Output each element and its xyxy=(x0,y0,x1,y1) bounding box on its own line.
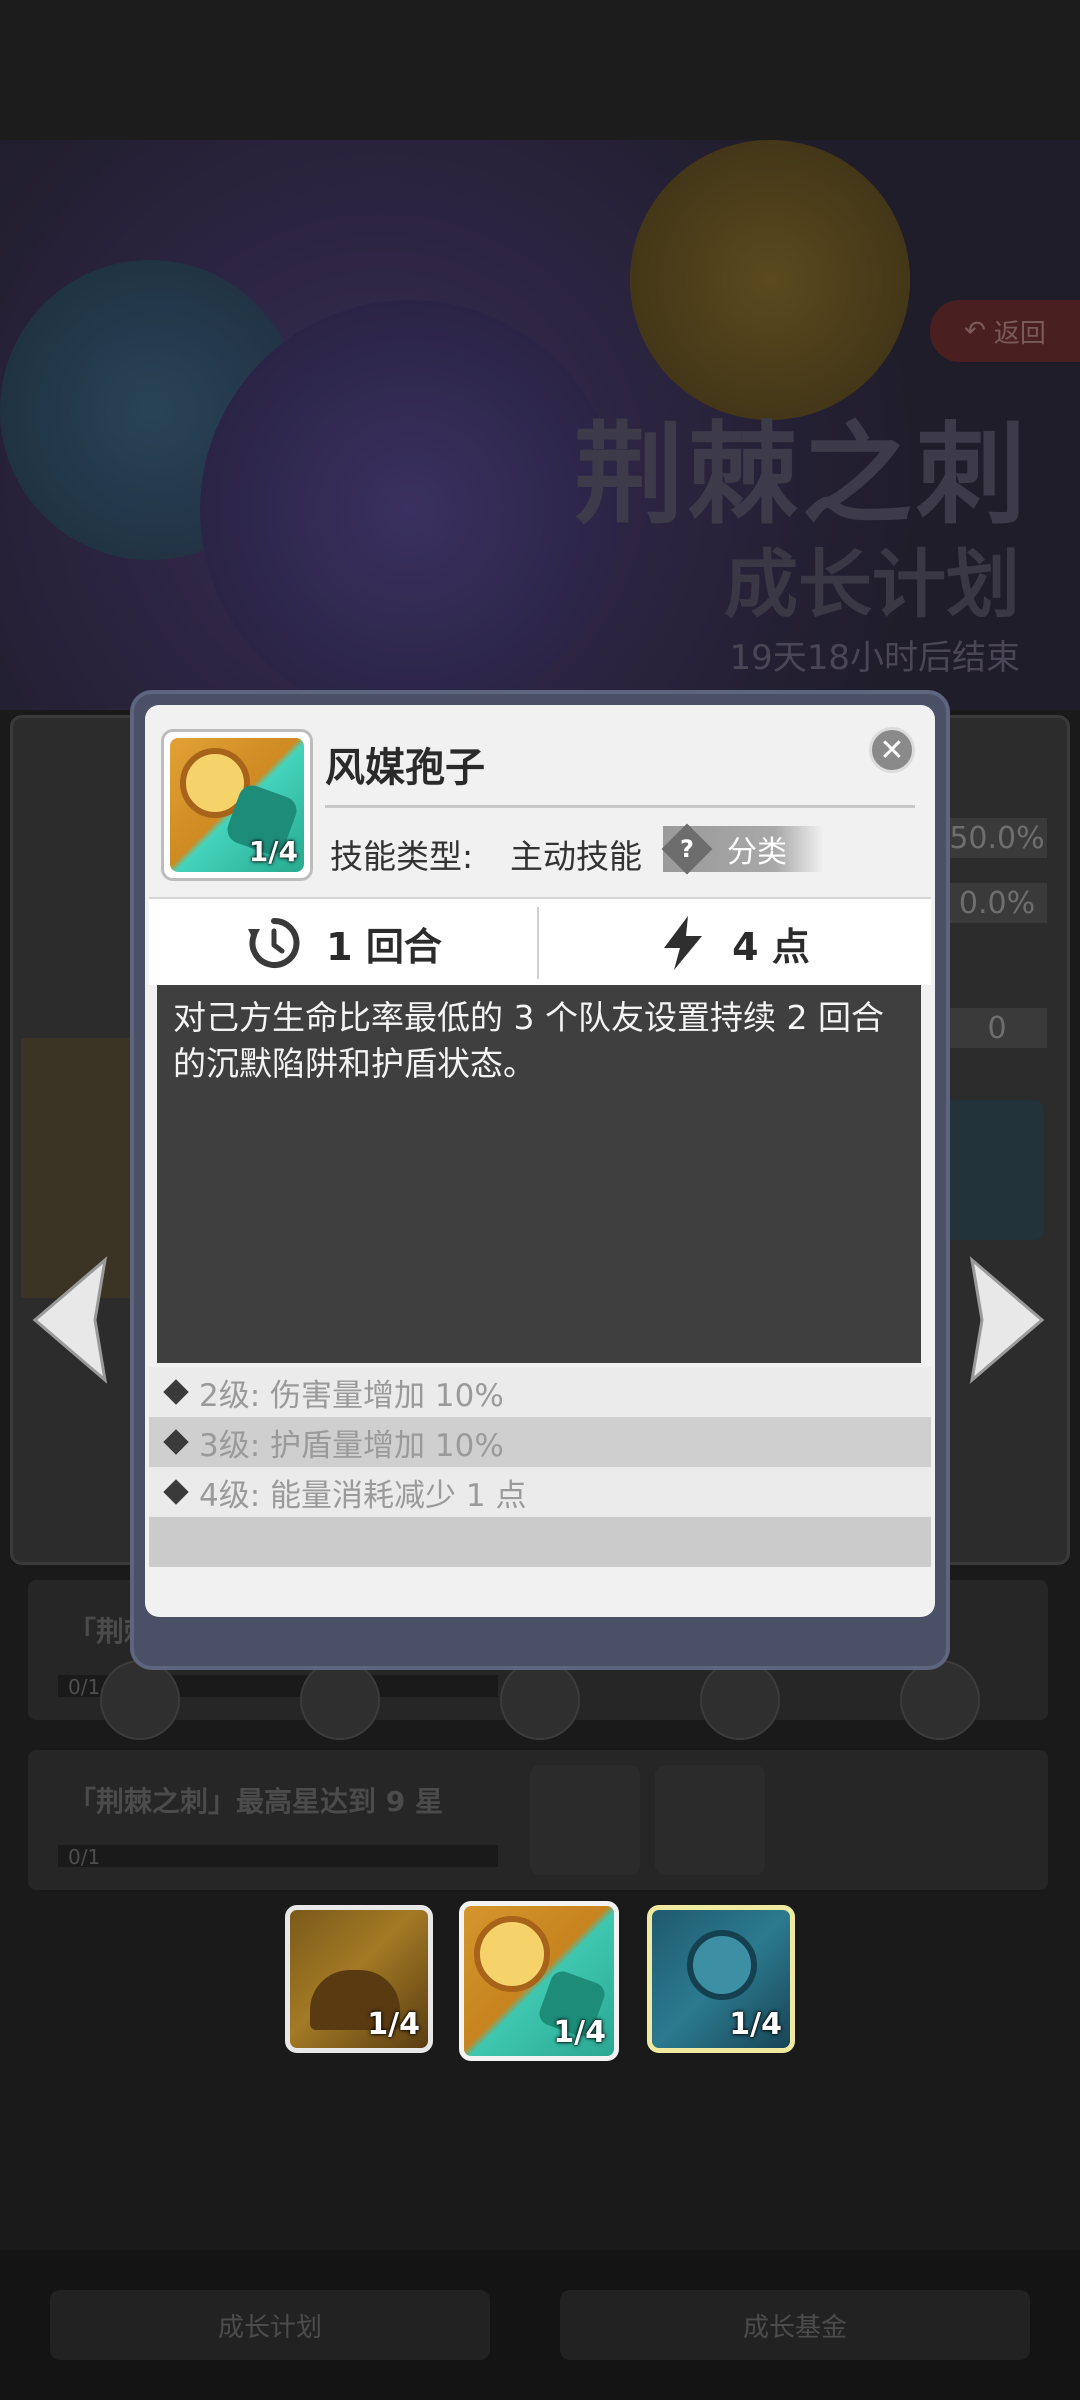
back-label: 返回 xyxy=(993,318,1046,349)
skill-description-box: 对己方生命比率最低的 3 个队友设置持续 2 回合的沉默陷阱和护盾状态。 xyxy=(157,985,921,1363)
stat-value: 0 xyxy=(947,1008,1047,1048)
question-icon: ? xyxy=(661,823,713,875)
level-effect-text: 4级: 能量消耗减少 1 点 xyxy=(199,1477,527,1514)
skill-thumb-wind-spore[interactable]: 1/4 xyxy=(459,1901,619,2061)
back-button[interactable]: ↶ 返回 xyxy=(930,300,1080,362)
skill-type-label: 技能类型: xyxy=(330,837,474,876)
reward-item xyxy=(530,1765,640,1875)
diamond-icon xyxy=(163,1479,189,1505)
level-effects-footer xyxy=(149,1517,931,1567)
hero-portrait-right xyxy=(630,140,910,420)
stat-value: 0.0% xyxy=(947,883,1047,923)
spirit-icon xyxy=(687,1930,757,2000)
cooldown-value: 1 回合 xyxy=(326,924,442,969)
wind-icon xyxy=(300,1660,380,1740)
close-icon: ✕ xyxy=(879,732,905,768)
stat-value: 50.0% xyxy=(947,818,1047,858)
banner-title: 荆棘之刺 xyxy=(574,411,1030,539)
skill-thumb-level: 1/4 xyxy=(367,2007,420,2042)
level-effect-text: 3级: 护盾量增加 10% xyxy=(199,1427,504,1464)
diamond-icon xyxy=(163,1429,189,1455)
level-effect-text: 2级: 伤害量增加 10% xyxy=(199,1377,504,1414)
skill-thumb-sea[interactable]: 1/4 xyxy=(647,1905,795,2053)
divider xyxy=(325,805,915,808)
skill-description: 对己方生命比率最低的 3 个队友设置持续 2 回合的沉默陷阱和护盾状态。 xyxy=(173,998,884,1083)
water-icon xyxy=(500,1660,580,1740)
dark-icon xyxy=(900,1660,980,1740)
energy-stat: 4 点 xyxy=(539,899,929,987)
event-banner: 荆棘之刺 成长计划 19天18小时后结束 ↶ 返回 xyxy=(0,140,1080,710)
clock-icon xyxy=(248,917,300,968)
skill-thumb-level: 1/4 xyxy=(729,2007,782,2042)
banner-subtitle: 成长计划 xyxy=(724,542,1020,628)
back-arrow-icon: ↶ xyxy=(964,316,986,346)
right-skill-icon xyxy=(934,1100,1044,1240)
tab-growth-plan[interactable]: 成长计划 xyxy=(50,2290,490,2360)
level-effect-row: 2级: 伤害量增加 10% xyxy=(149,1367,931,1417)
arrow-right-icon xyxy=(969,1256,1045,1384)
reward-item xyxy=(655,1765,765,1875)
hero-portrait-center xyxy=(200,300,620,710)
light-icon xyxy=(700,1660,780,1740)
prev-skill-button[interactable] xyxy=(25,1255,115,1385)
level-effect-row: 3级: 护盾量增加 10% xyxy=(149,1417,931,1467)
skill-thumb-thorn[interactable]: 1/4 xyxy=(285,1905,433,2053)
skill-icon: 1/4 xyxy=(161,729,313,881)
skill-thumbnails: 1/4 1/4 1/4 xyxy=(0,1901,1080,2065)
diamond-icon xyxy=(163,1379,189,1405)
bottom-bar: 成长计划 成长基金 xyxy=(0,2250,1080,2400)
countdown-text: 19天18小时后结束 xyxy=(729,638,1020,678)
category-button[interactable]: ? 分类 xyxy=(661,823,823,875)
task-text: 「荆棘之刺」最高星达到 9 星 xyxy=(68,1785,443,1818)
tab-growth-fund[interactable]: 成长基金 xyxy=(560,2290,1030,2360)
wind-spore-art: 1/4 xyxy=(170,738,304,872)
skill-thumb-level: 1/4 xyxy=(553,2015,606,2050)
next-skill-button[interactable] xyxy=(962,1255,1052,1385)
level-effect-row: 4级: 能量消耗减少 1 点 xyxy=(149,1467,931,1517)
element-filter xyxy=(100,1660,980,1740)
close-button[interactable]: ✕ xyxy=(869,727,915,773)
category-label: 分类 xyxy=(727,835,787,870)
lightning-icon xyxy=(664,916,703,970)
cooldown-stat: 1 回合 xyxy=(149,899,539,987)
skill-detail-dialog: 1/4 风媒孢子 ✕ 技能类型: 主动技能 ? 分类 1 回合 4 点 对己方生… xyxy=(145,705,935,1617)
skill-type-value: 主动技能 xyxy=(510,837,642,876)
task-progress: 0/1 xyxy=(58,1845,498,1869)
top-area xyxy=(0,0,1080,140)
skill-level: 1/4 xyxy=(248,835,298,868)
fire-icon xyxy=(100,1660,180,1740)
arrow-left-icon xyxy=(32,1256,108,1384)
level-effects: 2级: 伤害量增加 10% 3级: 护盾量增加 10% 4级: 能量消耗减少 1… xyxy=(149,1367,931,1567)
skill-stats: 1 回合 4 点 xyxy=(149,897,931,985)
energy-value: 4 点 xyxy=(732,924,810,969)
wind-icon xyxy=(474,1916,550,1992)
skill-name: 风媒孢子 xyxy=(325,745,485,791)
